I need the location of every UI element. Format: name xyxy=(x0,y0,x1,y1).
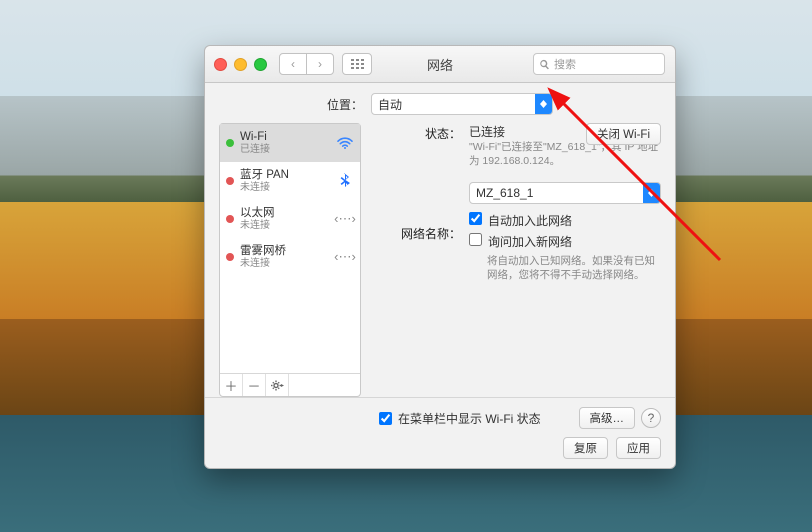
service-list-footer: ＋ － xyxy=(220,373,360,396)
search-placeholder: 搜索 xyxy=(554,56,576,72)
service-actions-menu[interactable] xyxy=(266,374,289,396)
service-item-ethernet[interactable]: 以太网 未连接 ‹⋯› xyxy=(220,200,360,238)
chevrons-updown-icon xyxy=(643,183,660,203)
show-wifi-status-checkbox[interactable] xyxy=(379,412,392,425)
status-dot-icon xyxy=(226,253,234,261)
add-service-button[interactable]: ＋ xyxy=(220,374,243,396)
search-icon xyxy=(539,59,550,70)
status-label: 状态： xyxy=(373,123,469,142)
network-name-label: 网络名称： xyxy=(373,223,469,242)
ask-join-checkbox[interactable] xyxy=(469,233,482,246)
apply-button[interactable]: 应用 xyxy=(616,437,661,459)
network-name-popup[interactable]: MZ_618_1 xyxy=(469,182,661,204)
turn-off-wifi-button[interactable]: 关闭 Wi-Fi xyxy=(586,123,661,145)
service-name: 蓝牙 PAN xyxy=(240,169,289,182)
zoom-window-button[interactable] xyxy=(254,58,267,71)
ask-join-label: 询问加入新网络 xyxy=(488,233,572,250)
revert-button[interactable]: 复原 xyxy=(563,437,608,459)
location-row: 位置： 自动 xyxy=(205,83,675,123)
service-item-wifi[interactable]: Wi-Fi 已连接 xyxy=(220,124,360,162)
help-button[interactable]: ? xyxy=(641,408,661,428)
ethernet-icon: ‹⋯› xyxy=(336,211,354,227)
service-item-bluetooth-pan[interactable]: 蓝牙 PAN 未连接 xyxy=(220,162,360,200)
auto-join-checkbox[interactable] xyxy=(469,212,482,225)
search-field[interactable]: 搜索 xyxy=(533,53,665,75)
service-list: Wi-Fi 已连接 蓝牙 PAN 未连接 xyxy=(219,123,361,397)
service-status: 已连接 xyxy=(240,144,270,155)
nav-back-button[interactable]: ‹ xyxy=(279,53,307,75)
chevrons-updown-icon xyxy=(535,94,552,114)
show-all-prefs-button[interactable] xyxy=(342,53,372,75)
auto-join-label: 自动加入此网络 xyxy=(488,212,572,229)
service-name: 雷雾网桥 xyxy=(240,245,286,258)
service-item-thunderbolt-bridge[interactable]: 雷雾网桥 未连接 ‹⋯› xyxy=(220,238,360,276)
location-value: 自动 xyxy=(372,96,535,113)
service-status: 未连接 xyxy=(240,258,286,269)
service-status: 未连接 xyxy=(240,220,275,231)
ask-join-hint: 将自动加入已知网络。如果没有已知网络，您将不得不手动选择网络。 xyxy=(487,254,661,282)
status-subtext: "Wi-Fi"已连接至"MZ_618_1"，其 IP 地址为 192.168.0… xyxy=(469,141,661,168)
service-name: Wi-Fi xyxy=(240,131,270,144)
desktop-wallpaper: ‹ › 网络 搜索 位置： 自动 xyxy=(0,0,812,532)
status-dot-icon xyxy=(226,139,234,147)
window-titlebar: ‹ › 网络 搜索 xyxy=(205,46,675,83)
network-prefs-window: ‹ › 网络 搜索 位置： 自动 xyxy=(204,45,676,469)
gear-icon xyxy=(271,379,284,392)
window-controls xyxy=(214,58,267,71)
window-footer: 在菜单栏中显示 Wi-Fi 状态 高级… ? 复原 应用 xyxy=(205,397,675,468)
advanced-button[interactable]: 高级… xyxy=(579,407,636,429)
location-label: 位置： xyxy=(327,96,363,113)
bluetooth-icon xyxy=(336,173,354,189)
wifi-icon xyxy=(336,137,354,149)
grid-icon xyxy=(351,59,364,69)
ethernet-icon: ‹⋯› xyxy=(336,249,354,265)
remove-service-button[interactable]: － xyxy=(243,374,266,396)
location-popup[interactable]: 自动 xyxy=(371,93,553,115)
detail-pane: 关闭 Wi-Fi 状态： 已连接 "Wi-Fi"已连接至"MZ_618_1"，其… xyxy=(373,123,661,397)
service-status: 未连接 xyxy=(240,182,289,193)
service-name: 以太网 xyxy=(240,207,275,220)
nav-back-forward: ‹ › xyxy=(279,53,334,75)
status-dot-icon xyxy=(226,215,234,223)
nav-forward-button[interactable]: › xyxy=(306,53,334,75)
network-name-value: MZ_618_1 xyxy=(470,186,643,200)
status-dot-icon xyxy=(226,177,234,185)
minimize-window-button[interactable] xyxy=(234,58,247,71)
close-window-button[interactable] xyxy=(214,58,227,71)
show-wifi-status-label: 在菜单栏中显示 Wi-Fi 状态 xyxy=(398,410,541,427)
